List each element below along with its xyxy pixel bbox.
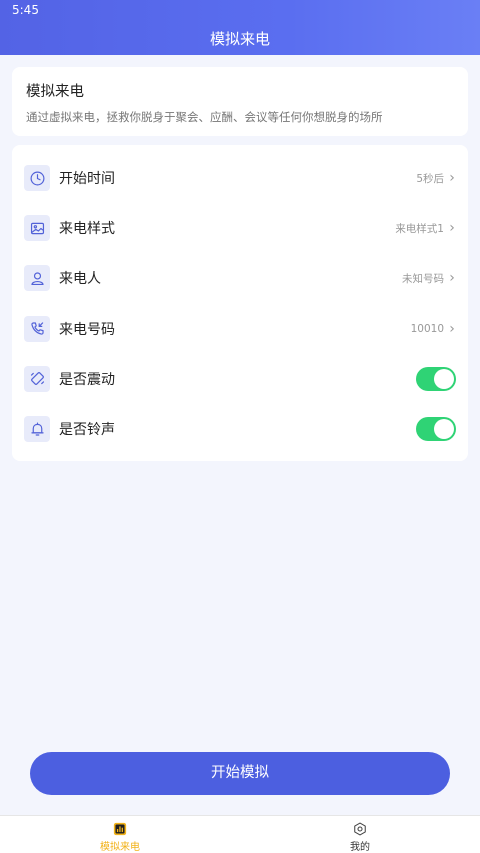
vibrate-icon bbox=[24, 365, 50, 392]
caller-value: 未知号码 bbox=[402, 272, 444, 285]
chevron-right-icon: › bbox=[449, 270, 455, 287]
caller-number-value: 10010 bbox=[410, 322, 444, 335]
start-simulation-button[interactable]: 开始模拟 bbox=[30, 752, 450, 795]
chart-icon bbox=[113, 822, 127, 836]
vibrate-toggle[interactable] bbox=[416, 366, 456, 391]
start-time-value: 5秒后 bbox=[416, 172, 444, 185]
tab-bar: 模拟来电 我的 bbox=[0, 815, 480, 853]
setting-row-call-style[interactable]: 来电样式 来电样式1 › bbox=[12, 203, 468, 253]
setting-row-start-time[interactable]: 开始时间 5秒后 › bbox=[12, 153, 468, 203]
intro-title: 模拟来电 bbox=[26, 84, 84, 100]
status-time: 5:45 bbox=[12, 3, 39, 17]
image-icon bbox=[24, 215, 50, 242]
settings-card: 开始时间 5秒后 › 来电样式 来电样式1 › 来电人 未知号码 › 来电号码 … bbox=[12, 145, 468, 461]
chevron-right-icon: › bbox=[449, 320, 455, 337]
page-title: 模拟来电 bbox=[209, 30, 270, 48]
start-time-label: 开始时间 bbox=[59, 171, 115, 188]
intro-description: 通过虚拟来电，拯救你脱身于聚会、应酬、会议等任何你想脱身的场所 bbox=[26, 110, 383, 124]
call-style-label: 来电样式 bbox=[59, 221, 115, 238]
tab-label: 我的 bbox=[350, 842, 370, 853]
chevron-right-icon: › bbox=[449, 220, 455, 237]
clock-icon bbox=[24, 165, 50, 192]
setting-row-ringtone: 是否铃声 bbox=[12, 404, 468, 454]
bell-icon bbox=[24, 416, 50, 443]
call-style-value: 来电样式1 bbox=[395, 222, 444, 235]
setting-row-caller-number[interactable]: 来电号码 10010 › bbox=[12, 304, 468, 354]
setting-row-caller[interactable]: 来电人 未知号码 › bbox=[12, 253, 468, 303]
toggle-knob bbox=[434, 419, 454, 440]
caller-label: 来电人 bbox=[59, 271, 101, 288]
intro-card: 模拟来电 通过虚拟来电，拯救你脱身于聚会、应酬、会议等任何你想脱身的场所 bbox=[12, 67, 468, 136]
chevron-right-icon: › bbox=[449, 170, 455, 187]
caller-number-label: 来电号码 bbox=[59, 321, 115, 338]
hexagon-settings-icon bbox=[354, 822, 366, 836]
toggle-knob bbox=[434, 368, 454, 389]
tab-mine[interactable]: 我的 bbox=[240, 816, 480, 853]
setting-row-vibrate: 是否震动 bbox=[12, 354, 468, 404]
ringtone-label: 是否铃声 bbox=[59, 422, 115, 439]
header: 5:45 模拟来电 bbox=[0, 0, 480, 55]
person-icon bbox=[24, 265, 50, 292]
tab-simulated-call[interactable]: 模拟来电 bbox=[0, 816, 240, 853]
tab-label: 模拟来电 bbox=[100, 842, 140, 853]
vibrate-label: 是否震动 bbox=[59, 371, 115, 388]
phone-incoming-icon bbox=[24, 315, 50, 342]
ringtone-toggle[interactable] bbox=[416, 417, 456, 442]
